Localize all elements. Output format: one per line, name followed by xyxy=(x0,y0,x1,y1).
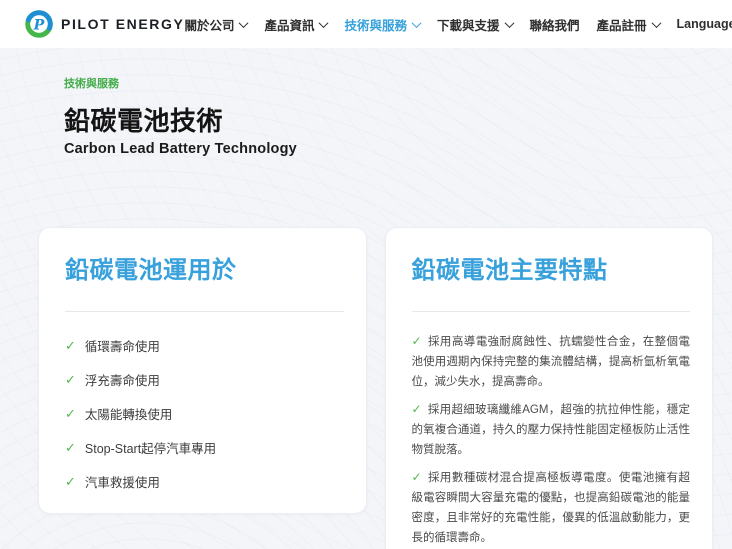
list-item-label: 循環壽命使用 xyxy=(85,336,160,355)
pilot-energy-logo-icon: P xyxy=(24,9,54,39)
feature-text: 採用高導電強耐腐蝕性、抗蠕變性合金，在整個電池使用週期內保持完整的集流體結構，提… xyxy=(412,336,691,388)
list-item: ✓ Stop-Start起停汽車專用 xyxy=(65,438,344,457)
chevron-down-icon xyxy=(319,18,329,28)
card-title: 鉛碳電池主要特點 xyxy=(412,250,691,285)
check-icon: ✓ xyxy=(65,475,76,488)
chevron-down-icon xyxy=(412,18,422,28)
chevron-down-icon xyxy=(651,18,661,28)
feature-text: 採用數種碳材混合提高極板導電度。使電池擁有超級電容瞬間大容量充電的優點，也提高鉛… xyxy=(412,472,691,544)
check-icon: ✓ xyxy=(412,334,422,348)
check-icon: ✓ xyxy=(65,339,76,352)
check-icon: ✓ xyxy=(65,407,76,420)
list-item: ✓ 汽車救援使用 xyxy=(65,472,344,491)
list-item-label: 汽車救援使用 xyxy=(85,472,160,491)
feature-paragraph: ✓採用數種碳材混合提高極板導電度。使電池擁有超級電容瞬間大容量充電的優點，也提高… xyxy=(412,468,691,548)
nav-label: Language xyxy=(677,17,732,31)
top-navbar: P PILOT ENERGY 關於公司 產品資訊 技術與服務 下載與支援 聯絡我… xyxy=(0,0,732,48)
list-item: ✓ 循環壽命使用 xyxy=(65,336,344,355)
nav-item-language[interactable]: Language xyxy=(677,17,732,31)
nav-label: 下載與支援 xyxy=(437,15,500,34)
list-item: ✓ 太陽能轉換使用 xyxy=(65,404,344,423)
nav-item-about-company[interactable]: 關於公司 xyxy=(184,15,247,34)
applications-list: ✓ 循環壽命使用 ✓ 浮充壽命使用 ✓ 太陽能轉換使用 ✓ Stop-Start… xyxy=(65,336,344,491)
breadcrumb[interactable]: 技術與服務 xyxy=(64,75,119,91)
svg-text:P: P xyxy=(33,17,45,33)
card-applications: 鉛碳電池運用於 ✓ 循環壽命使用 ✓ 浮充壽命使用 ✓ 太陽能轉換使用 ✓ St… xyxy=(38,227,367,514)
nav-item-downloads-support[interactable]: 下載與支援 xyxy=(437,15,513,34)
main-nav: 關於公司 產品資訊 技術與服務 下載與支援 聯絡我們 產品註冊 Language xyxy=(184,15,732,34)
check-icon: ✓ xyxy=(412,470,422,484)
list-item-label: 太陽能轉換使用 xyxy=(85,404,173,423)
list-item-label: Stop-Start起停汽車專用 xyxy=(85,438,216,457)
features-list: ✓採用高導電強耐腐蝕性、抗蠕變性合金，在整個電池使用週期內保持完整的集流體結構，… xyxy=(412,332,691,548)
check-icon: ✓ xyxy=(65,373,76,386)
nav-label: 產品資訊 xyxy=(264,15,314,34)
nav-label: 聯絡我們 xyxy=(530,15,580,34)
card-title: 鉛碳電池運用於 xyxy=(65,250,344,285)
feature-paragraph: ✓採用超細玻璃纖維AGM，超強的抗拉伸性能，穩定的氧複合通道，持久的壓力保持性能… xyxy=(412,400,691,460)
nav-label: 關於公司 xyxy=(184,15,234,34)
brand-name: PILOT ENERGY xyxy=(61,16,184,32)
nav-item-tech-services[interactable]: 技術與服務 xyxy=(344,15,420,34)
check-icon: ✓ xyxy=(412,402,422,416)
check-icon: ✓ xyxy=(65,441,76,454)
hero-section: 技術與服務 鉛碳電池技術 Carbon Lead Battery Technol… xyxy=(0,48,732,157)
feature-paragraph: ✓採用高導電強耐腐蝕性、抗蠕變性合金，在整個電池使用週期內保持完整的集流體結構，… xyxy=(412,332,691,392)
feature-text: 採用超細玻璃纖維AGM，超強的抗拉伸性能，穩定的氧複合通道，持久的壓力保持性能固… xyxy=(412,404,691,456)
page-content: 技術與服務 鉛碳電池技術 Carbon Lead Battery Technol… xyxy=(0,48,732,549)
divider xyxy=(412,311,691,312)
chevron-down-icon xyxy=(504,18,514,28)
brand-logo[interactable]: P PILOT ENERGY xyxy=(24,9,184,39)
nav-item-products[interactable]: 產品資訊 xyxy=(264,15,327,34)
nav-label: 產品註冊 xyxy=(597,15,647,34)
nav-label: 技術與服務 xyxy=(344,15,407,34)
nav-item-contact-us[interactable]: 聯絡我們 xyxy=(530,15,580,34)
page-title: 鉛碳電池技術 xyxy=(64,101,668,138)
list-item: ✓ 浮充壽命使用 xyxy=(65,370,344,389)
chevron-down-icon xyxy=(239,18,249,28)
divider xyxy=(65,311,344,312)
cards-row: 鉛碳電池運用於 ✓ 循環壽命使用 ✓ 浮充壽命使用 ✓ 太陽能轉換使用 ✓ St… xyxy=(0,227,732,549)
page-subtitle: Carbon Lead Battery Technology xyxy=(64,141,668,157)
card-features: 鉛碳電池主要特點 ✓採用高導電強耐腐蝕性、抗蠕變性合金，在整個電池使用週期內保持… xyxy=(385,227,714,549)
list-item-label: 浮充壽命使用 xyxy=(85,370,160,389)
nav-item-product-registration[interactable]: 產品註冊 xyxy=(597,15,660,34)
